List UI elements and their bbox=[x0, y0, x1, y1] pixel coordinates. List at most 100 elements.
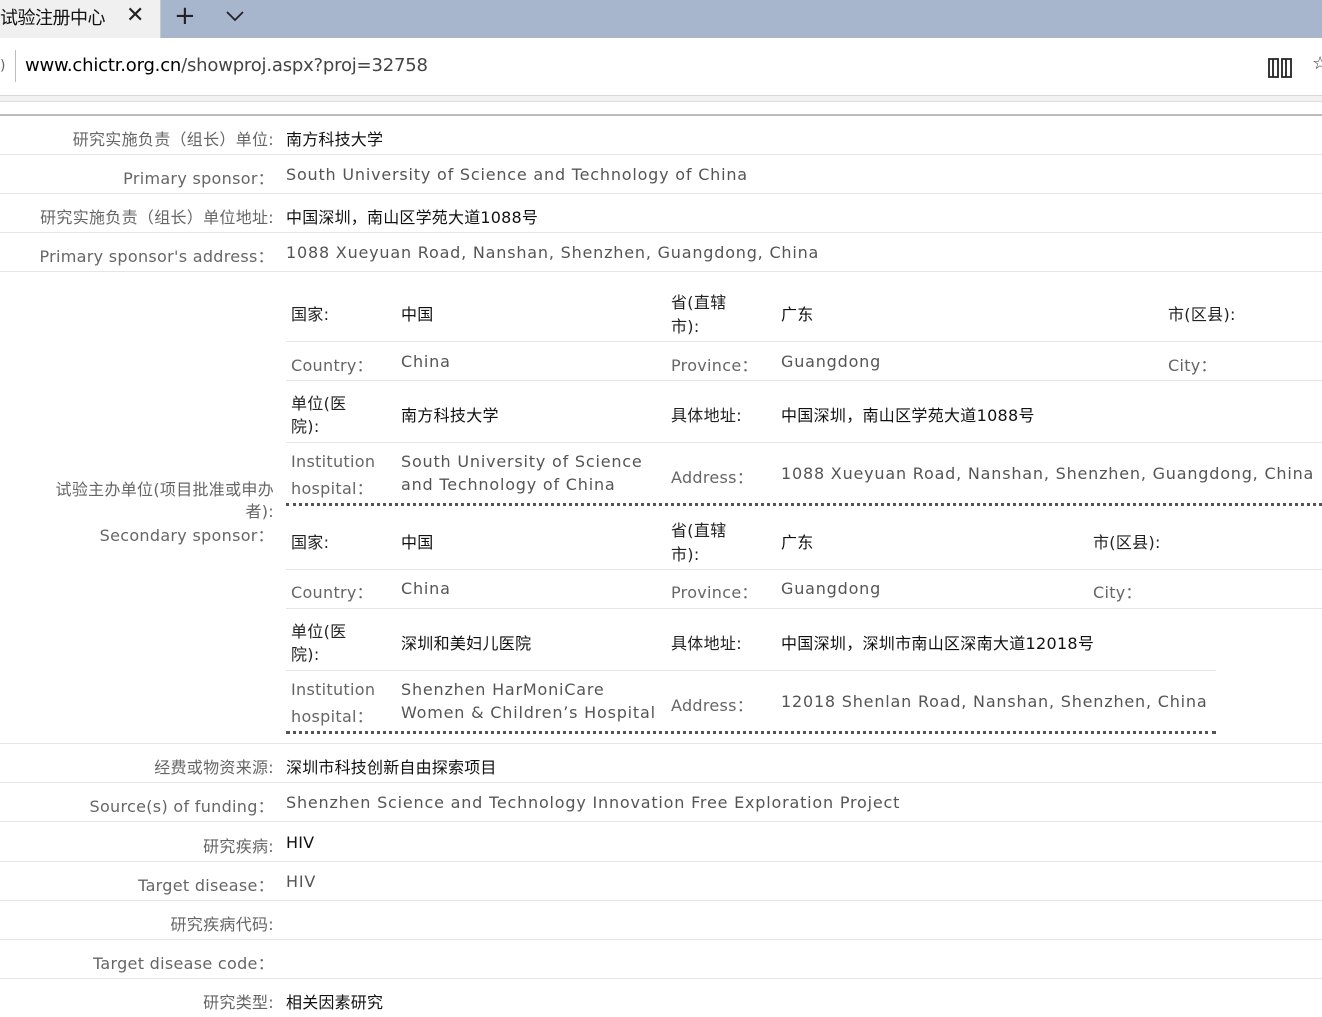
country-en-value: China bbox=[401, 352, 451, 371]
disease-cn-label: 研究疾病: bbox=[203, 837, 274, 856]
secondary-sponsor-en-label: Secondary sponsor： bbox=[99, 526, 274, 545]
new-tab-icon[interactable]: + bbox=[174, 1, 196, 31]
address-en-value: 12018 Shenlan Road, Nanshan, Shenzhen, C… bbox=[781, 692, 1208, 711]
divider bbox=[286, 569, 1322, 570]
unit-cn-value: 深圳和美妇儿医院 bbox=[401, 634, 532, 653]
address-divider bbox=[15, 50, 16, 82]
table-row: 研究实施负责（组长）单位: 南方科技大学 bbox=[0, 116, 1322, 155]
dotted-separator bbox=[286, 503, 1322, 506]
tab-title: 试验注册中心 bbox=[0, 8, 106, 29]
sponsor-cn-label: 研究实施负责（组长）单位: bbox=[72, 130, 274, 149]
address-cn-value: 中国深圳，深圳市南山区深南大道12018号 bbox=[781, 634, 1095, 653]
funding-en-label: Source(s) of funding： bbox=[89, 797, 274, 816]
institution-en-label-line1: Institution bbox=[291, 680, 376, 699]
city-en-label: City： bbox=[1093, 583, 1142, 602]
country-cn-value: 中国 bbox=[401, 305, 434, 324]
url-field[interactable]: www.chictr.org.cn/showproj.aspx?proj=327… bbox=[25, 55, 428, 76]
favorite-star-icon[interactable]: ☆ bbox=[1312, 53, 1322, 74]
study-type-cn-label: 研究类型: bbox=[203, 993, 274, 1012]
province-en-value: Guangdong bbox=[781, 352, 882, 371]
site-info-icon[interactable]: ) bbox=[0, 58, 5, 74]
table-row: 经费或物资来源: 深圳市科技创新自由探索项目 bbox=[0, 744, 1322, 783]
institution-en-value-line1: Shenzhen HarMoniCare bbox=[401, 680, 605, 699]
funding-cn-label: 经费或物资来源: bbox=[154, 758, 274, 777]
dotted-separator bbox=[286, 731, 1216, 734]
divider bbox=[286, 341, 1322, 342]
unit-cn-value: 南方科技大学 bbox=[401, 406, 499, 425]
disease-code-en-label: Target disease code： bbox=[92, 954, 274, 973]
province-cn-label-line1: 省(直辖 bbox=[671, 521, 727, 540]
city-cn-label: 市(区县): bbox=[1093, 533, 1161, 552]
institution-en-value-line2: Women & Children’s Hospital bbox=[401, 703, 656, 722]
disease-cn-value: HIV bbox=[286, 833, 315, 852]
secondary-sponsor-cn-label-line2: 者): bbox=[245, 502, 274, 521]
sponsor-address-en-label: Primary sponsor's address： bbox=[39, 247, 274, 266]
sponsor-address-en-value: 1088 Xueyuan Road, Nanshan, Shenzhen, Gu… bbox=[286, 243, 820, 262]
close-icon[interactable]: ✕ bbox=[126, 3, 144, 28]
toolbar-strip bbox=[0, 96, 1322, 102]
country-cn-label: 国家: bbox=[291, 533, 330, 552]
province-cn-value: 广东 bbox=[781, 305, 814, 324]
country-en-label: Country： bbox=[291, 356, 373, 375]
address-en-label: Address： bbox=[671, 696, 754, 715]
city-en-label: City： bbox=[1168, 356, 1217, 375]
reading-view-icon[interactable] bbox=[1267, 56, 1293, 84]
divider bbox=[286, 670, 1216, 671]
disease-code-cn-label: 研究疾病代码: bbox=[170, 915, 274, 934]
secondary-sponsor-cn-label-line1: 试验主办单位(项目批准或申办 bbox=[55, 480, 274, 499]
disease-en-value: HIV bbox=[286, 872, 317, 891]
table-row: Source(s) of funding： Shenzhen Science a… bbox=[0, 783, 1322, 822]
divider bbox=[286, 442, 1322, 443]
province-cn-label-line2: 市): bbox=[671, 317, 700, 336]
address-cn-label: 具体地址: bbox=[671, 634, 742, 653]
city-cn-label: 市(区县): bbox=[1168, 305, 1236, 324]
table-row: Target disease： HIV bbox=[0, 862, 1322, 901]
unit-cn-label-line1: 单位(医 bbox=[291, 394, 347, 413]
sponsor-en-label: Primary sponsor： bbox=[123, 169, 274, 188]
disease-en-label: Target disease： bbox=[138, 876, 274, 895]
country-cn-value: 中国 bbox=[401, 533, 434, 552]
funding-cn-value: 深圳市科技创新自由探索项目 bbox=[286, 758, 497, 777]
country-cn-label: 国家: bbox=[291, 305, 330, 324]
country-en-label: Country： bbox=[291, 583, 373, 602]
chevron-down-icon[interactable] bbox=[224, 5, 246, 31]
sponsor-address-cn-value: 中国深圳，南山区学苑大道1088号 bbox=[286, 208, 539, 227]
tab-bar: 试验注册中心 ✕ + bbox=[0, 0, 1322, 38]
province-cn-value: 广东 bbox=[781, 533, 814, 552]
country-en-value: China bbox=[401, 579, 451, 598]
project-detail-table: 研究实施负责（组长）单位: 南方科技大学 Primary sponsor： So… bbox=[0, 114, 1322, 1012]
browser-tab[interactable]: 试验注册中心 ✕ bbox=[0, 0, 161, 38]
unit-cn-label-line2: 院): bbox=[291, 645, 320, 664]
unit-cn-label-line1: 单位(医 bbox=[291, 622, 347, 641]
divider bbox=[286, 380, 1322, 381]
province-cn-label-line1: 省(直辖 bbox=[671, 293, 727, 312]
address-bar: ) www.chictr.org.cn/showproj.aspx?proj=3… bbox=[0, 38, 1322, 96]
province-en-label: Province： bbox=[671, 583, 758, 602]
address-en-label: Address： bbox=[671, 468, 754, 487]
secondary-sponsor-row: 试验主办单位(项目批准或申办 者): Secondary sponsor： 国家… bbox=[0, 272, 1322, 744]
province-cn-label-line2: 市): bbox=[671, 545, 700, 564]
table-row: Primary sponsor's address： 1088 Xueyuan … bbox=[0, 233, 1322, 272]
unit-cn-label-line2: 院): bbox=[291, 417, 320, 436]
province-en-label: Province： bbox=[671, 356, 758, 375]
institution-en-label-line1: Institution bbox=[291, 452, 376, 471]
institution-en-value-line1: South University of Science bbox=[401, 452, 643, 471]
table-row: Primary sponsor： South University of Sci… bbox=[0, 155, 1322, 194]
institution-en-label-line2: hospital： bbox=[291, 479, 374, 498]
divider bbox=[286, 608, 1322, 609]
province-en-value: Guangdong bbox=[781, 579, 882, 598]
address-cn-label: 具体地址: bbox=[671, 406, 742, 425]
address-cn-value: 中国深圳，南山区学苑大道1088号 bbox=[781, 406, 1035, 425]
table-row: 研究疾病: HIV bbox=[0, 822, 1322, 862]
table-row: 研究类型: 相关因素研究 bbox=[0, 979, 1322, 1017]
address-en-value: 1088 Xueyuan Road, Nanshan, Shenzhen, Gu… bbox=[781, 464, 1315, 483]
url-path: /showproj.aspx?proj=32758 bbox=[181, 55, 428, 76]
url-domain: www.chictr.org.cn bbox=[25, 55, 182, 76]
study-type-cn-value: 相关因素研究 bbox=[286, 993, 384, 1012]
funding-en-value: Shenzhen Science and Technology Innovati… bbox=[286, 793, 901, 812]
table-row: Target disease code： bbox=[0, 940, 1322, 979]
table-row: 研究疾病代码: bbox=[0, 901, 1322, 940]
sponsor-cn-value: 南方科技大学 bbox=[286, 130, 384, 149]
sponsor-en-value: South University of Science and Technolo… bbox=[286, 165, 748, 184]
institution-en-label-line2: hospital： bbox=[291, 707, 374, 726]
